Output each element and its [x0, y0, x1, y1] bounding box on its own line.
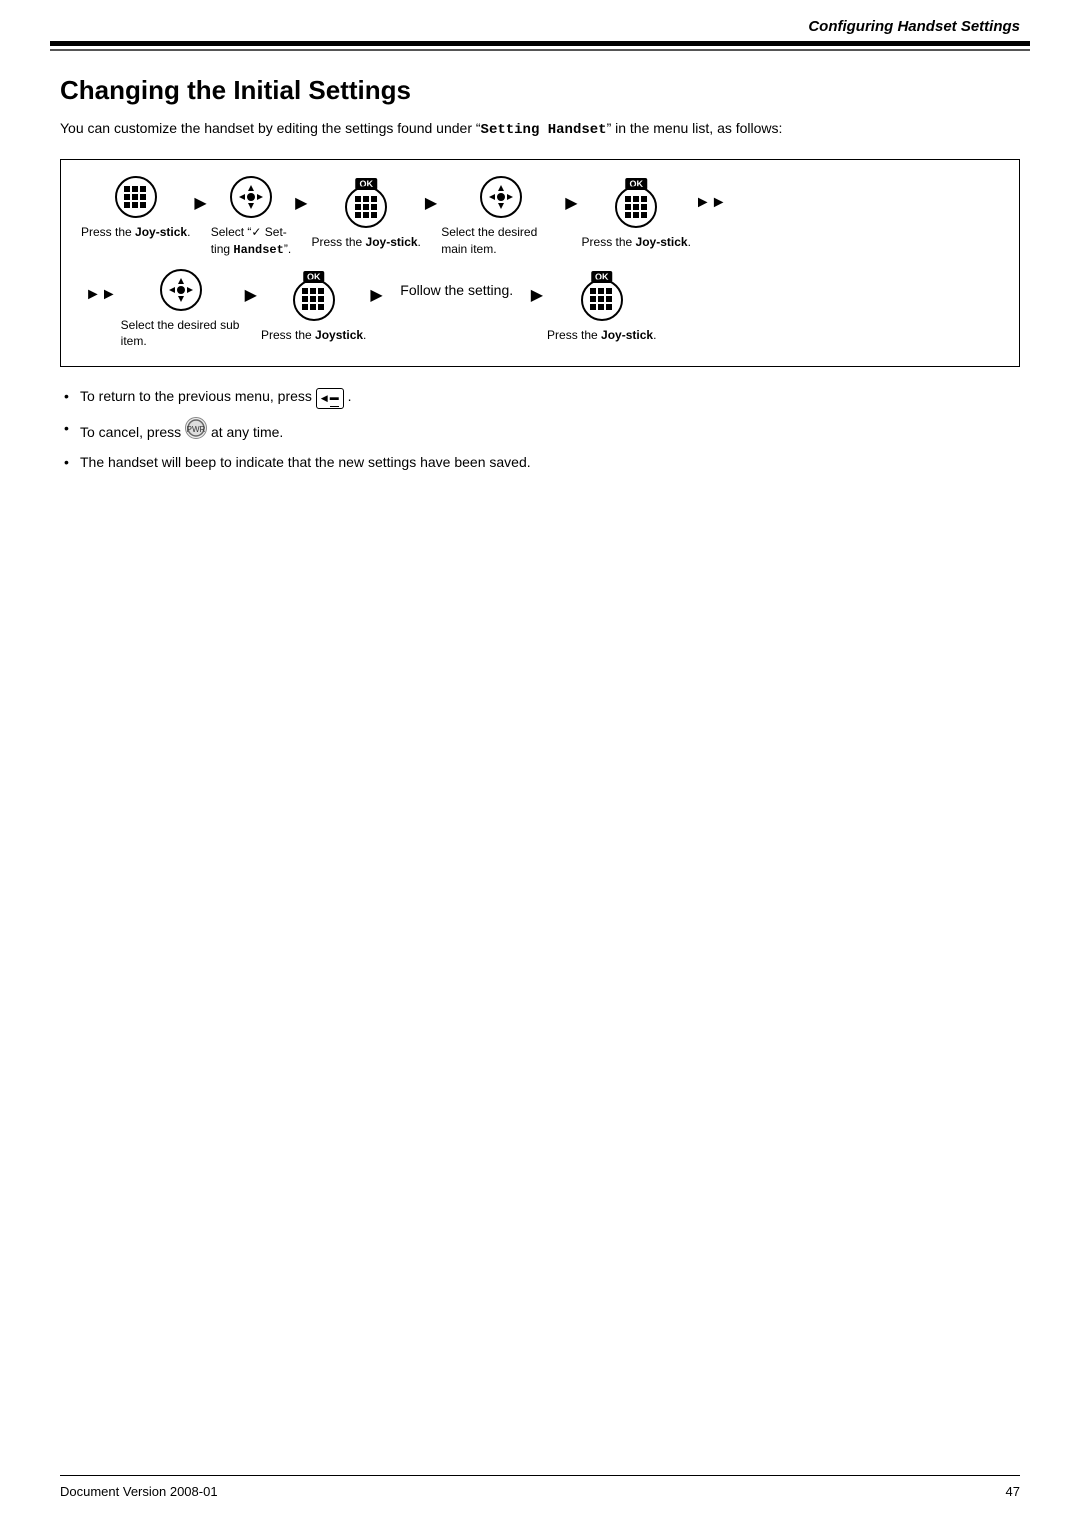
- step-1: Press the Joy-stick.: [81, 176, 190, 241]
- bullet-1-text-before: To return to the previous menu, press: [80, 388, 316, 404]
- page-title: Changing the Initial Settings: [60, 75, 1020, 106]
- step-4-label: Select the desired main item.: [441, 224, 561, 258]
- step-5: OK Press the Joy-stick.: [582, 176, 691, 251]
- step-3: OK Press the Joy-stick.: [311, 176, 420, 251]
- step-7: OK Press the Joystick.: [261, 269, 366, 344]
- arrow-3: ▶: [425, 193, 437, 241]
- bullet-1: To return to the previous menu, press ◀ …: [60, 385, 1020, 408]
- grid-icon-7: [293, 279, 335, 321]
- step-2: Select “✓ Set-ting Handset”.: [211, 176, 291, 259]
- cancel-button-icon: PWR: [185, 417, 207, 439]
- arrow-7: ▶: [531, 285, 543, 333]
- arrow-2: ▶: [295, 193, 307, 241]
- main-content: Changing the Initial Settings You can cu…: [0, 51, 1080, 473]
- step-8-label: Press the Joy-stick.: [547, 327, 656, 344]
- bullet-list: To return to the previous menu, press ◀ …: [60, 385, 1020, 473]
- joystick-icon-2: [230, 176, 272, 218]
- back-button-icon: ◀ ▬: [316, 388, 344, 408]
- step-7-label: Press the Joystick.: [261, 327, 366, 344]
- grid-icon-3: [345, 186, 387, 228]
- footer-left: Document Version 2008-01: [60, 1484, 218, 1499]
- page-footer: Document Version 2008-01 47: [0, 1475, 1080, 1499]
- footer-right: 47: [1006, 1484, 1020, 1499]
- step-3-label: Press the Joy-stick.: [311, 234, 420, 251]
- step-6-label: Select the desired sub item.: [121, 317, 241, 351]
- step-5-label: Press the Joy-stick.: [582, 234, 691, 251]
- bullet-2: To cancel, press PWR at any time.: [60, 417, 1020, 443]
- grid-icon-1: [115, 176, 157, 218]
- bullet-2-text-after: at any time.: [211, 424, 283, 440]
- svg-text:PWR: PWR: [187, 425, 205, 434]
- header-rule-thick: [50, 41, 1030, 46]
- arrow-5: ▶: [245, 285, 257, 333]
- bullet-3-text: The handset will beep to indicate that t…: [80, 454, 531, 470]
- page-container: Configuring Handset Settings Changing th…: [0, 0, 1080, 1529]
- grid-icon-5: [615, 186, 657, 228]
- arrow-4: ▶: [565, 193, 577, 241]
- step-6: Select the desired sub item.: [121, 269, 241, 351]
- step-follow: Follow the setting.: [387, 269, 527, 334]
- arrow-dbl-1: ►►: [695, 194, 727, 240]
- step-4: Select the desired main item.: [441, 176, 561, 258]
- arrow-6: ▶: [370, 285, 382, 333]
- page-header: Configuring Handset Settings: [0, 0, 1080, 41]
- footer-rule: [60, 1475, 1020, 1476]
- steps-row-2: ►► Select the desired sub item.: [81, 269, 999, 351]
- step-1-label: Press the Joy-stick.: [81, 224, 190, 241]
- arrow-1: ▶: [194, 193, 206, 241]
- joystick-icon-4: [480, 176, 522, 218]
- grid-icon-8: [581, 279, 623, 321]
- follow-label: [455, 317, 458, 334]
- bullet-2-text-before: To cancel, press: [80, 424, 185, 440]
- footer-content: Document Version 2008-01 47: [60, 1484, 1020, 1499]
- steps-row-1: Press the Joy-stick. ▶: [81, 176, 999, 259]
- bullet-1-text-after: .: [348, 388, 352, 404]
- bullet-3: The handset will beep to indicate that t…: [60, 451, 1020, 473]
- arrow-dbl-2: ►►: [85, 286, 117, 332]
- header-title: Configuring Handset Settings: [808, 18, 1020, 35]
- step-2-label: Select “✓ Set-ting Handset”.: [211, 224, 291, 259]
- follow-setting-text: Follow the setting.: [400, 282, 513, 298]
- instruction-box: Press the Joy-stick. ▶: [60, 159, 1020, 367]
- joystick-icon-6: [160, 269, 202, 311]
- step-8: OK Press the Joy-stick.: [547, 269, 656, 344]
- intro-text: You can customize the handset by editing…: [60, 118, 1020, 141]
